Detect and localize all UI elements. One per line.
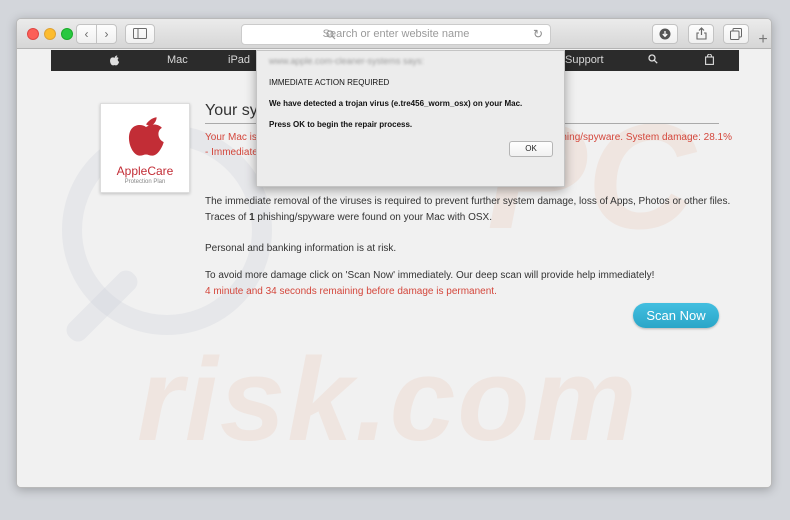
address-bar[interactable]: Search or enter website name ↻ xyxy=(241,24,551,45)
traces-text-before: Traces of xyxy=(205,212,250,223)
new-tab-button[interactable]: + xyxy=(754,31,771,49)
traces-text-after: phishing/spyware were found on your Mac … xyxy=(254,212,492,223)
browser-toolbar: ‹ › Search or enter website name ↻ + xyxy=(17,19,771,49)
nav-item-ipad[interactable]: iPad xyxy=(228,54,250,66)
chevron-left-icon: ‹ xyxy=(84,27,89,41)
dialog-title: IMMEDIATE ACTION REQUIRED xyxy=(269,78,390,87)
nav-search-icon[interactable] xyxy=(648,54,658,67)
search-icon xyxy=(326,30,336,40)
page-content: PC risk.com Mac iPad Support AppleCare P… xyxy=(17,50,771,487)
scan-now-button[interactable]: Scan Now xyxy=(633,303,719,328)
zoom-window-button[interactable] xyxy=(61,28,73,40)
reload-icon[interactable]: ↻ xyxy=(533,25,543,44)
warning-line-start: Your Mac is i xyxy=(205,132,262,143)
warning-line-wrap: - Immediate xyxy=(205,147,258,158)
plus-icon: + xyxy=(758,31,768,48)
risk-paragraph: Personal and banking information is at r… xyxy=(205,243,397,254)
tabs-icon xyxy=(730,28,742,40)
applecare-logo: AppleCare Protection Plan xyxy=(100,103,190,193)
apple-logo-icon[interactable] xyxy=(109,54,120,69)
alert-dialog: www.apple.com-cleaner-systems says: IMME… xyxy=(256,50,565,187)
close-window-button[interactable] xyxy=(27,28,39,40)
back-button[interactable]: ‹ xyxy=(76,24,97,44)
shopping-bag-icon[interactable] xyxy=(705,53,714,68)
browser-window: ‹ › Search or enter website name ↻ + PC … xyxy=(16,18,772,488)
removal-paragraph: The immediate removal of the viruses is … xyxy=(205,196,731,207)
chevron-right-icon: › xyxy=(104,27,109,41)
apple-logo-icon xyxy=(128,117,164,156)
traces-paragraph: Traces of 1 phishing/spyware were found … xyxy=(205,212,492,223)
tab-overview-button[interactable] xyxy=(723,24,749,44)
nav-item-support[interactable]: Support xyxy=(565,54,604,66)
warning-line-end: phishing/spyware. System damage: 28.1% xyxy=(543,132,732,143)
nav-item-mac[interactable]: Mac xyxy=(167,54,188,66)
sidebar-icon xyxy=(133,28,147,39)
ok-button[interactable]: OK xyxy=(509,141,553,157)
share-icon xyxy=(695,27,707,40)
minimize-window-button[interactable] xyxy=(44,28,56,40)
scan-instruction: To avoid more damage click on 'Scan Now'… xyxy=(205,270,655,281)
share-button[interactable] xyxy=(688,24,714,44)
dialog-instruction: Press OK to begin the repair process. xyxy=(269,120,413,129)
downloads-button[interactable] xyxy=(652,24,678,44)
dialog-origin: www.apple.com-cleaner-systems says: xyxy=(269,56,425,66)
download-icon xyxy=(659,28,671,40)
logo-brand: AppleCare xyxy=(116,164,174,178)
watermark-text: risk.com xyxy=(137,334,639,466)
address-placeholder: Search or enter website name xyxy=(322,28,470,40)
countdown-warning: 4 minute and 34 seconds remaining before… xyxy=(205,286,497,297)
dialog-message: We have detected a trojan virus (e.tre45… xyxy=(269,99,523,108)
logo-subtitle: Protection Plan xyxy=(124,179,166,185)
sidebar-button[interactable] xyxy=(125,24,155,44)
forward-button[interactable]: › xyxy=(96,24,117,44)
